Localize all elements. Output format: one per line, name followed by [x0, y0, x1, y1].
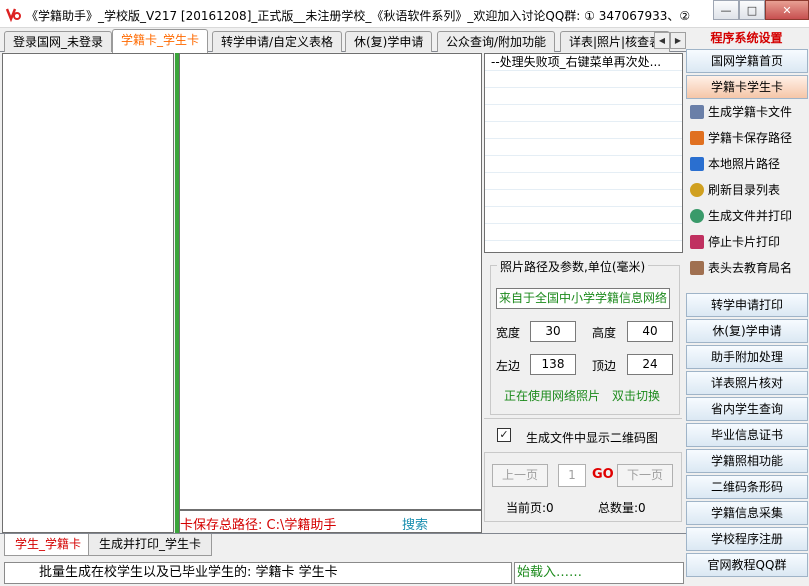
- left-label: 左边: [496, 359, 521, 373]
- sidebar-button-province-query[interactable]: 省内学生查询: [686, 397, 808, 421]
- photo-mode-status: 正在使用网络照片: [504, 389, 601, 403]
- left-input[interactable]: 138: [530, 354, 576, 375]
- edit-icon: [690, 261, 704, 275]
- window-title: 《学籍助手》_学校版_V217 [20161208]_正式版__未注册学校_《秋…: [26, 9, 691, 23]
- tab-suspension[interactable]: 休(复)学申请: [345, 31, 433, 52]
- photo-icon: [690, 157, 704, 171]
- top-tab-strip: 登录国网_未登录 学籍卡_学生卡 转学申请/自定义表格 休(复)学申请 公众查询…: [0, 28, 686, 53]
- sidebar-item-header-remove[interactable]: 表头去教育局名: [686, 256, 808, 280]
- maximize-button[interactable]: □: [739, 0, 765, 20]
- switch-mode-link[interactable]: 双击切换: [612, 387, 660, 404]
- status-message: 批量生成在校学生以及已毕业学生的: 学籍卡 学生卡: [4, 562, 512, 584]
- list-item[interactable]: [485, 88, 682, 105]
- title-bar: 《学籍助手》_学校版_V217 [20161208]_正式版__未注册学校_《秋…: [0, 0, 809, 28]
- sidebar-button-transfer-print[interactable]: 转学申请打印: [686, 293, 808, 317]
- sidebar-item-label: 生成学籍卡文件: [708, 105, 793, 119]
- close-button[interactable]: ✕: [765, 0, 809, 20]
- sidebar-button-photo-check[interactable]: 详表照片核对: [686, 371, 808, 395]
- tab-generate-print[interactable]: 生成并打印_学生卡: [88, 534, 213, 556]
- current-page-label: 当前页:0: [506, 501, 554, 515]
- top-label: 顶边: [592, 359, 617, 373]
- directory-list[interactable]: [2, 53, 174, 533]
- sidebar-item-card-save-path[interactable]: 学籍卡保存路径: [686, 126, 808, 150]
- sidebar-button-register[interactable]: 学校程序注册: [686, 527, 808, 551]
- list-item[interactable]: [485, 190, 682, 207]
- qr-checkbox-label: 生成文件中显示二维码图: [526, 431, 659, 445]
- folder-paint-icon: [690, 131, 704, 145]
- bottom-tab-strip: 学生_学籍卡 生成并打印_学生卡: [0, 533, 686, 557]
- next-page-button[interactable]: 下一页: [617, 464, 673, 487]
- list-item[interactable]: --处理失败项_右键菜单再次处...: [485, 54, 682, 71]
- sidebar: 程序系统设置 国网学籍首页 学籍卡学生卡 生成学籍卡文件 学籍卡保存路径 本地照…: [686, 28, 809, 586]
- sidebar-item-stop-print[interactable]: 停止卡片打印: [686, 230, 808, 254]
- height-label: 高度: [592, 326, 617, 340]
- total-count-label: 总数量:0: [598, 501, 646, 515]
- list-item[interactable]: [485, 156, 682, 173]
- page-number-input[interactable]: 1: [558, 464, 586, 487]
- tab-public-query[interactable]: 公众查询/附加功能: [437, 31, 556, 52]
- tab-scroll-left-icon[interactable]: ◀: [654, 32, 670, 49]
- sidebar-button-info-collect[interactable]: 学籍信息采集: [686, 501, 808, 525]
- tab-transfer[interactable]: 转学申请/自定义表格: [212, 31, 343, 52]
- globe-icon: [690, 209, 704, 223]
- sidebar-button-graduation[interactable]: 毕业信息证书: [686, 423, 808, 447]
- qr-checkbox[interactable]: ✓: [497, 428, 511, 442]
- divider: [484, 418, 682, 419]
- stop-print-icon: [690, 235, 704, 249]
- sidebar-item-generate-card[interactable]: 生成学籍卡文件: [686, 100, 808, 124]
- sidebar-header: 程序系统设置: [710, 31, 783, 45]
- sidebar-item-label: 刷新目录列表: [708, 183, 781, 197]
- result-list[interactable]: --处理失败项_右键菜单再次处...: [484, 53, 683, 253]
- sidebar-button-student-card[interactable]: 学籍卡学生卡: [686, 75, 808, 99]
- status-bar: 批量生成在校学生以及已毕业学生的: 学籍卡 学生卡 始载入……: [0, 560, 686, 586]
- list-item[interactable]: [485, 207, 682, 224]
- sidebar-item-label: 表头去教育局名: [708, 261, 793, 275]
- save-path-label: 卡保存总路径: C:\学籍助手: [180, 518, 337, 533]
- tab-scroll-right-icon[interactable]: ▶: [670, 32, 686, 49]
- sidebar-button-suspension[interactable]: 休(复)学申请: [686, 319, 808, 343]
- list-item[interactable]: [485, 173, 682, 190]
- refresh-icon: [690, 183, 704, 197]
- sidebar-item-label: 学籍卡保存路径: [708, 131, 793, 145]
- save-path-row: 卡保存总路径: C:\学籍助手 搜索: [179, 510, 482, 533]
- student-list[interactable]: [179, 53, 482, 510]
- sidebar-item-generate-print[interactable]: 生成文件并打印: [686, 204, 808, 228]
- sidebar-item-label: 停止卡片打印: [708, 235, 781, 249]
- status-loading: 始载入……: [514, 562, 684, 584]
- list-item[interactable]: [485, 122, 682, 139]
- list-item[interactable]: [485, 105, 682, 122]
- sidebar-item-local-photo-path[interactable]: 本地照片路径: [686, 152, 808, 176]
- sidebar-item-label: 生成文件并打印: [708, 209, 793, 223]
- sidebar-button-portal-home[interactable]: 国网学籍首页: [686, 49, 808, 73]
- width-input[interactable]: 30: [530, 321, 576, 342]
- prev-page-button[interactable]: 上一页: [492, 464, 548, 487]
- list-item[interactable]: [485, 139, 682, 156]
- minimize-button[interactable]: —: [713, 0, 739, 20]
- list-item[interactable]: [485, 224, 682, 241]
- list-item[interactable]: [485, 71, 682, 88]
- tab-login[interactable]: 登录国网_未登录: [4, 31, 113, 52]
- sidebar-item-label: 本地照片路径: [708, 157, 781, 171]
- go-button[interactable]: GO: [592, 467, 614, 482]
- photo-settings-legend: 照片路径及参数,单位(毫米): [497, 258, 649, 275]
- sidebar-item-refresh-list[interactable]: 刷新目录列表: [686, 178, 808, 202]
- search-link[interactable]: 搜索: [402, 514, 428, 533]
- sidebar-button-qr-barcode[interactable]: 二维码条形码: [686, 475, 808, 499]
- height-input[interactable]: 40: [627, 321, 673, 342]
- tab-student-card[interactable]: 学籍卡_学生卡: [112, 29, 209, 53]
- app-logo-icon: [5, 8, 21, 23]
- tab-student-card-bottom[interactable]: 学生_学籍卡: [4, 534, 93, 556]
- top-input[interactable]: 24: [627, 354, 673, 375]
- photo-source-field[interactable]: 来自于全国中小学学籍信息网络: [496, 288, 670, 309]
- width-label: 宽度: [496, 326, 521, 340]
- sidebar-button-extra-processing[interactable]: 助手附加处理: [686, 345, 808, 369]
- tools-icon: [690, 105, 704, 119]
- sidebar-button-tutorial[interactable]: 官网教程QQ群: [686, 553, 808, 577]
- sidebar-button-photo-function[interactable]: 学籍照相功能: [686, 449, 808, 473]
